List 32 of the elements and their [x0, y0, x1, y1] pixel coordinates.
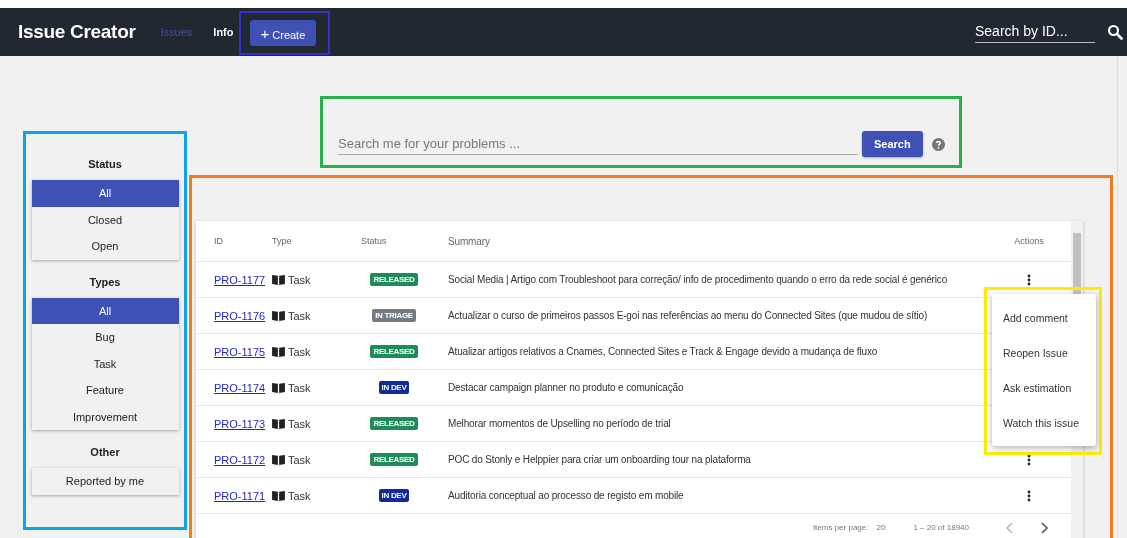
column-header: ID — [213, 236, 224, 246]
column-header: Type — [272, 236, 293, 246]
filter-heading: Status — [88, 158, 122, 170]
column-header: Actions — [1013, 236, 1045, 246]
items-per-page-label: Items per page: — [812, 523, 869, 532]
status-tag: IN DEV — [378, 381, 410, 394]
status-tag: IN TRIAGE — [372, 309, 416, 322]
issue-type: Task — [288, 453, 311, 466]
issue-summary: Social Media | Artigo com Troubleshoot para correção/ info de procedimento quando o erro da rede social é genérico — [448, 274, 949, 285]
filter-heading: Types — [89, 275, 121, 288]
status-tag: IN DEV — [378, 489, 410, 502]
issue-type: Task — [288, 273, 311, 286]
status-tag: RELEASED — [370, 417, 418, 430]
issue-summary: Melhorar momentos de Upselling no período de trial — [448, 418, 672, 429]
issue-summary: Auditoria conceptual ao processo de registo em mobile — [448, 490, 685, 501]
status-tag: RELEASED — [370, 453, 418, 466]
column-header: Summary — [448, 235, 491, 247]
issue-summary: Actualizar o curso de primeiros passos E-goi nas referências ao menu do Connected Sites (que mudou de sítio) — [448, 310, 929, 321]
app-title: Issue Creator — [18, 21, 136, 43]
issue-summary: Destacar campaign planner no produto e comunicação — [448, 382, 685, 393]
status-tag: RELEASED — [370, 345, 418, 358]
page-range: 1 – 20 of 18940 — [913, 523, 969, 532]
issue-type: Task — [288, 489, 311, 502]
issue-type: Task — [288, 381, 311, 394]
filter-heading: Other — [90, 446, 120, 458]
issue-type: Task — [288, 417, 311, 430]
column-header: Status — [361, 236, 388, 246]
status-tag: RELEASED — [370, 273, 418, 286]
issue-type: Task — [288, 345, 311, 358]
issue-summary: Atualizar artigos relativos a Cnames, Connected Sites e Track & Engage devido a mudança de fluxo — [448, 346, 879, 357]
issue-type: Task — [288, 309, 311, 322]
issue-summary: POC do Stonly e Helppier para criar um onboarding tour na plataforma — [448, 454, 752, 465]
